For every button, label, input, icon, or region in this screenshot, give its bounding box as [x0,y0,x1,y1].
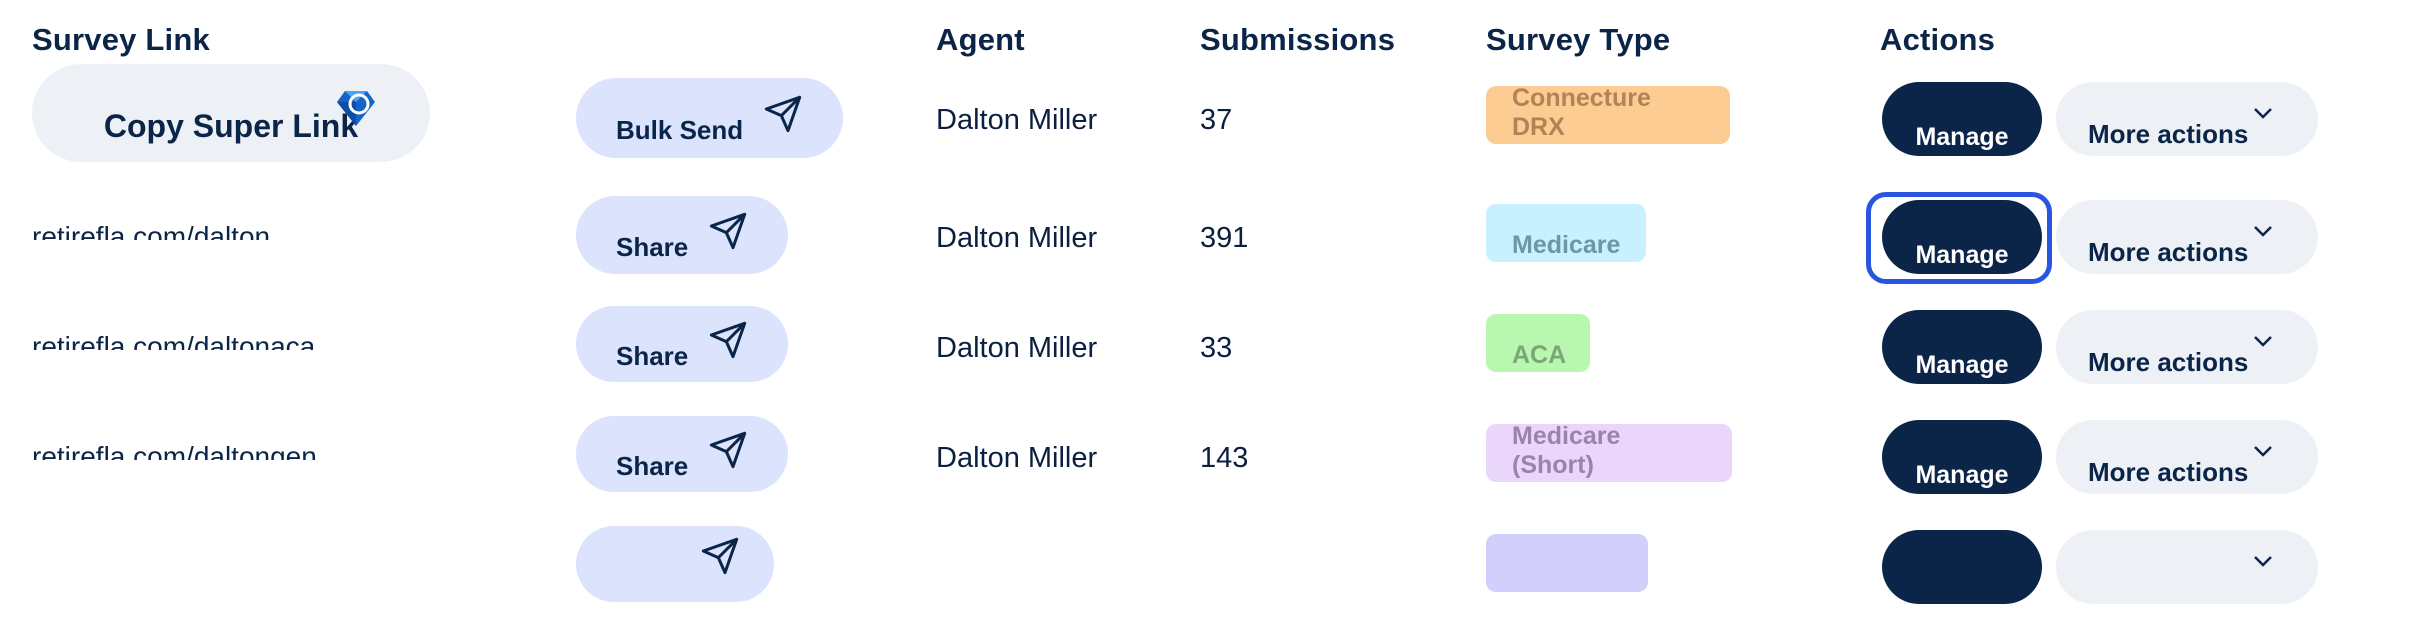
header-survey-link: Survey Link [32,22,210,57]
manage-button[interactable]: Manage [1882,310,2042,384]
share-button[interactable] [576,526,774,602]
more-actions-button[interactable]: More actions [2056,200,2318,274]
agent-cell: Dalton Miller [936,104,1098,136]
survey-type-badge: Medicare (Short) [1486,422,1732,482]
survey-link-text[interactable]: retirefla.com/dalton [32,220,270,240]
survey-link-text[interactable]: retirefla.com/daltongen [32,440,317,460]
manage-button[interactable]: Manage [1882,82,2042,156]
chevron-down-icon [2254,226,2272,237]
send-icon [710,212,747,250]
table-row: retirefla.com/daltongen Share Dalton Mil… [0,416,2434,526]
manage-label: Manage [1915,461,2009,489]
share-label: Share [616,450,689,481]
more-actions-button[interactable]: More actions [2056,310,2318,384]
survey-type-label: ACA [1512,341,1567,369]
more-actions-button[interactable] [2056,530,2318,604]
manage-button[interactable]: Manage [1882,200,2042,274]
header-submissions: Submissions [1200,22,1396,57]
submissions-cell: 391 [1200,222,1249,254]
send-icon [701,537,739,575]
more-actions-label: More actions [2088,119,2249,149]
share-label: Share [616,340,689,371]
more-actions-button[interactable]: More actions [2056,82,2318,156]
more-actions-label: More actions [2088,237,2249,267]
manage-button[interactable]: Manage [1882,420,2042,494]
diamond-icon [337,91,375,126]
copy-super-link-label: Copy Super Link [103,107,359,144]
survey-type-badge: Medicare [1486,204,1646,262]
agent-cell: Dalton Miller [936,222,1098,254]
copy-super-link-button[interactable]: Copy Super Link [32,64,430,162]
agent-cell: Dalton Miller [936,332,1098,364]
send-icon [710,431,747,469]
manage-label: Manage [1915,241,2009,269]
survey-type-badge: Connecture DRX [1486,84,1730,144]
more-actions-label: More actions [2088,457,2249,487]
send-icon [710,321,747,359]
table-row: Copy Super Link Bulk Send Dalton Miller … [0,64,2434,188]
header-agent: Agent [936,22,1025,57]
bulk-send-label: Bulk Send [616,114,744,145]
manage-label: Manage [1915,123,2009,151]
manage-label: Manage [1915,351,2009,379]
share-label: Share [616,231,689,262]
share-button[interactable]: Share [576,416,789,492]
header-actions: Actions [1880,22,1996,57]
survey-type-badge: ACA [1486,314,1590,372]
chevron-down-icon [2254,336,2272,347]
survey-link-text[interactable]: retirefla.com/daltonaca [32,330,315,350]
share-button[interactable]: Share [576,196,789,274]
agent-cell: Dalton Miller [936,442,1098,474]
survey-type-label: Medicare (Short) [1512,422,1621,479]
survey-type-label: Connecture DRX [1512,84,1651,141]
send-icon [764,95,802,133]
header-survey-type: Survey Type [1486,22,1671,57]
submissions-cell: 37 [1200,104,1233,136]
share-button[interactable]: Share [576,306,789,382]
survey-type-label: Medicare [1512,231,1621,259]
submissions-cell: 33 [1200,332,1233,364]
table-row: retirefla.com/dalton Share Dalton Miller… [0,192,2434,306]
more-actions-label: More actions [2088,347,2249,377]
chevron-down-icon [2254,108,2272,119]
chevron-down-icon [2254,556,2272,567]
chevron-down-icon [2254,446,2272,457]
manage-button[interactable] [1882,530,2042,604]
submissions-cell: 143 [1200,442,1249,474]
bulk-send-button[interactable]: Bulk Send [576,78,844,158]
table-row: retirefla.com/daltonaca Share Dalton Mil… [0,306,2434,416]
survey-type-badge [1486,534,1648,592]
table-row [0,526,2434,636]
more-actions-button[interactable]: More actions [2056,420,2318,494]
